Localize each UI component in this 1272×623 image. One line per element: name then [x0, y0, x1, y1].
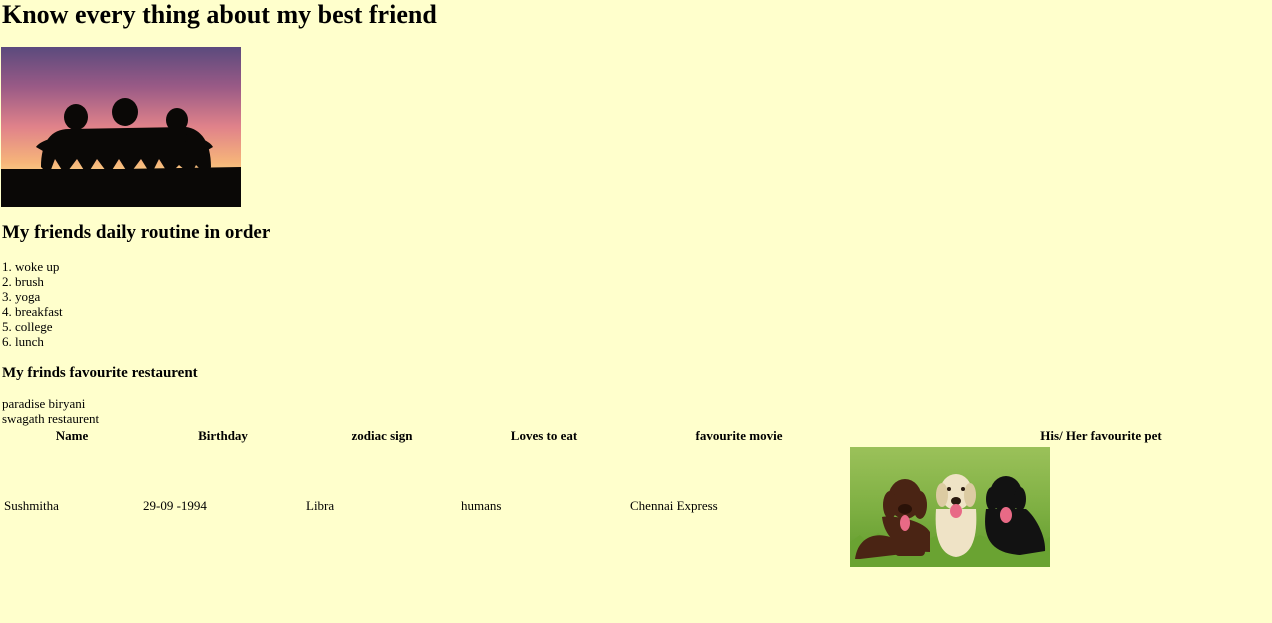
pet-dogs-image: [850, 447, 1050, 567]
column-header-zodiac: zodiac sign: [351, 428, 413, 443]
table-cell-food: humans: [461, 498, 502, 513]
list-item: 4. breakfast: [2, 304, 63, 319]
list-item: paradise biryani: [2, 396, 86, 411]
column-header-pet: His/ Her favourite pet: [1040, 428, 1162, 443]
table-cell-movie: Chennai Express: [630, 498, 718, 513]
column-header-food: Loves to eat: [510, 428, 578, 443]
table-cell-name: Sushmitha: [4, 498, 59, 513]
routine-list: 1. woke up 2. brush 3. yoga 4. breakfast…: [2, 259, 63, 349]
list-item: 3. yoga: [2, 289, 41, 304]
restaurant-heading: My frinds favourite restaurent: [2, 365, 198, 381]
column-header-birthday: Birthday: [198, 428, 248, 443]
list-item: 1. woke up: [2, 259, 60, 274]
table-cell-zodiac: Libra: [306, 498, 335, 513]
column-header-movie: favourite movie: [695, 428, 783, 443]
friends-silhouette-image: [1, 47, 241, 207]
column-header-name: Name: [55, 428, 89, 443]
page-title: Know every thing about my best friend: [2, 0, 437, 29]
list-item: 2. brush: [2, 274, 44, 289]
list-item: swagath restaurent: [2, 411, 100, 426]
routine-heading: My friends daily routine in order: [2, 222, 271, 243]
restaurant-list: paradise biryani swagath restaurent: [2, 396, 99, 426]
list-item: 6. lunch: [2, 334, 44, 349]
table-cell-birthday: 29-09 -1994: [143, 498, 207, 513]
list-item: 5. college: [2, 319, 53, 334]
page: Know every thing about my best friend My…: [0, 0, 1272, 623]
